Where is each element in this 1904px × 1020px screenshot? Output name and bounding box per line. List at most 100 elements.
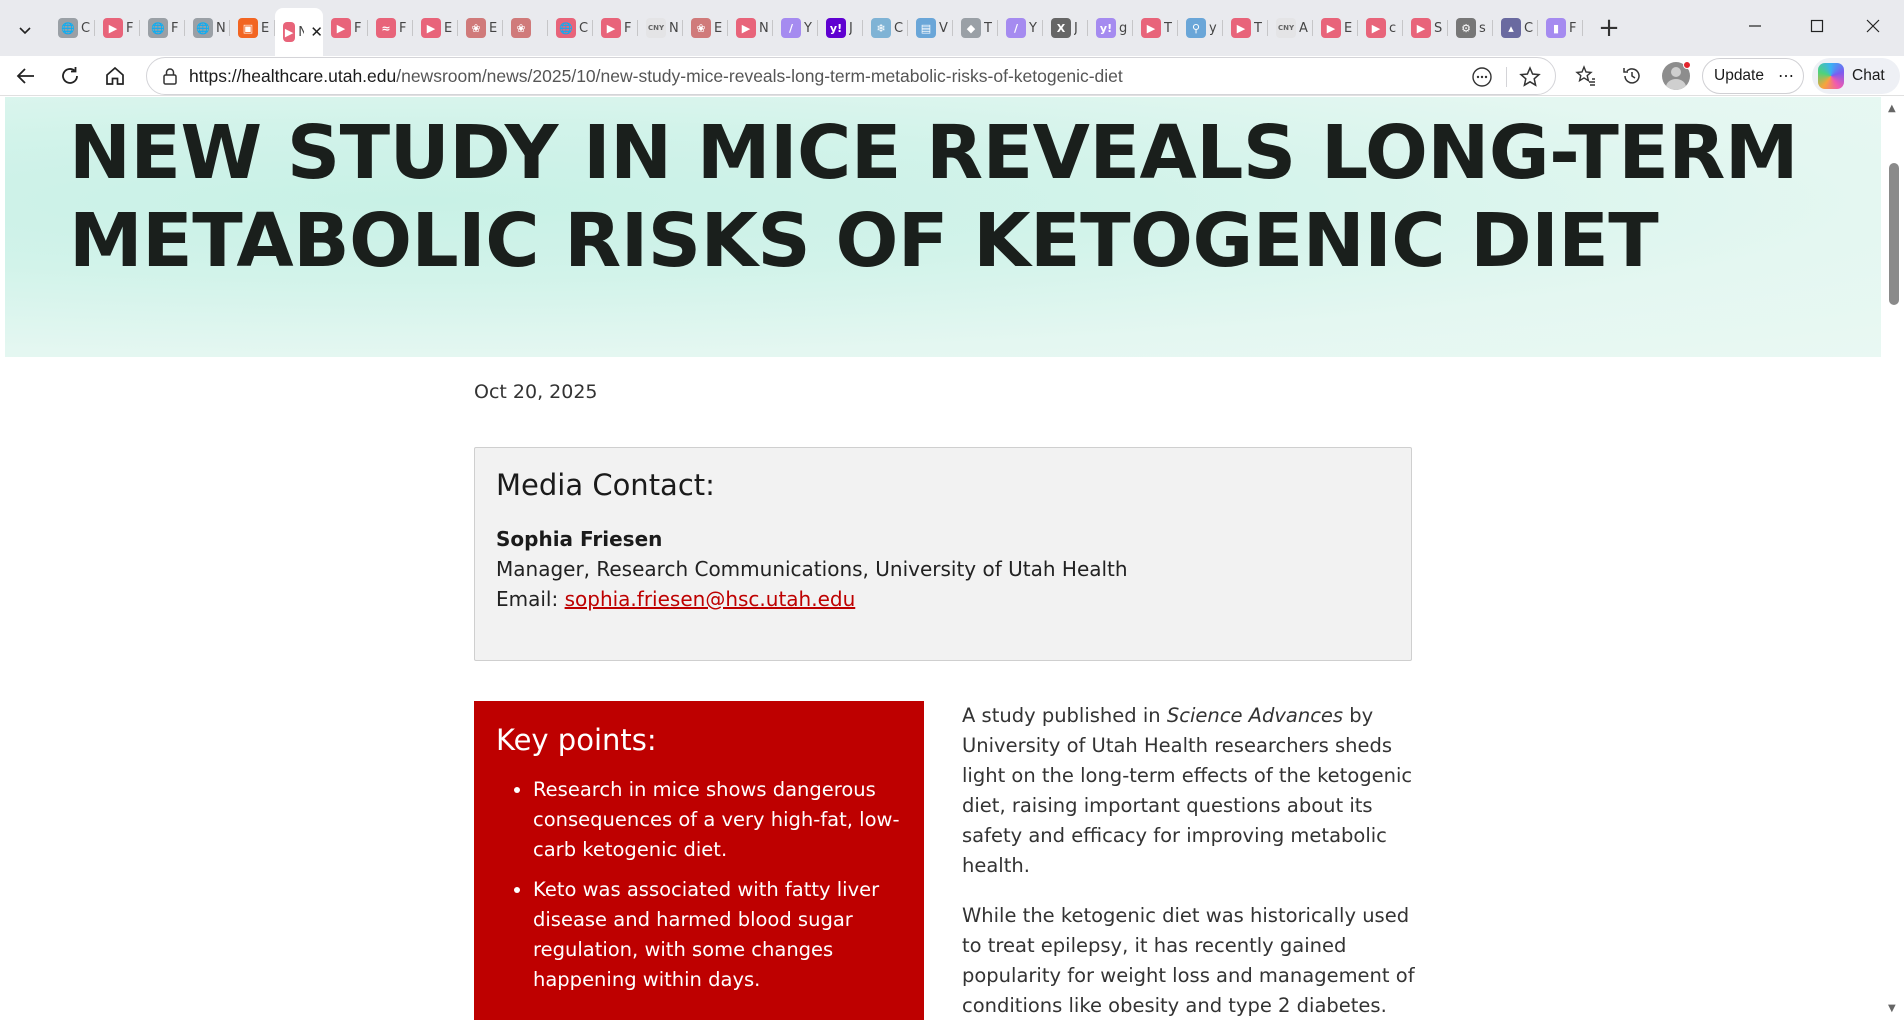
- tab-title: F: [624, 20, 632, 36]
- article-title: NEW STUDY IN MICE REVEALS LONG-TERM META…: [69, 110, 1799, 284]
- browser-tab[interactable]: ▶ E: [1313, 8, 1358, 48]
- browser-tab[interactable]: ≈ F: [368, 8, 413, 48]
- hero-banner: NEW STUDY IN MICE REVEALS LONG-TERM META…: [5, 97, 1881, 357]
- tab-title: N: [216, 20, 226, 36]
- youtube-icon: ▶: [331, 18, 351, 38]
- browser-tab[interactable]: ▶ T: [1223, 8, 1268, 48]
- key-points-box: Key points: Research in mice shows dange…: [474, 701, 924, 1020]
- contact-email-line: Email: sophia.friesen@hsc.utah.edu: [496, 584, 1390, 614]
- browser-tab[interactable]: ❀: [503, 8, 548, 48]
- tab-title: T: [1164, 20, 1172, 36]
- favorites-icon[interactable]: [1568, 58, 1604, 94]
- browser-tab[interactable]: ❄ C: [863, 8, 908, 48]
- tab-title: y: [1209, 20, 1217, 36]
- key-point-item: Research in mice shows dangerous consequ…: [533, 775, 902, 865]
- tab-title: E: [1344, 20, 1353, 36]
- browser-tab[interactable]: / Y: [773, 8, 818, 48]
- url-text[interactable]: https://healthcare.utah.edu/newsroom/new…: [189, 66, 1123, 87]
- browser-tab[interactable]: ▶ N ✕: [275, 8, 323, 56]
- browser-tab[interactable]: ⚲ y: [1178, 8, 1223, 48]
- browser-tab[interactable]: 🌐 C: [50, 8, 95, 48]
- browser-tab[interactable]: 🌐 C: [548, 8, 593, 48]
- tab-title: F: [354, 20, 362, 36]
- more-menu-icon[interactable]: ⋯: [1778, 66, 1795, 86]
- browser-tab[interactable]: ▣ E: [230, 8, 275, 48]
- youtube-icon: ▶: [1321, 18, 1341, 38]
- cny-icon: CNY: [1276, 18, 1296, 38]
- browser-tab[interactable]: ▶ c: [1358, 8, 1403, 48]
- tab-title: E: [489, 20, 498, 36]
- browser-tab[interactable]: ▶ E: [413, 8, 458, 48]
- browser-tab[interactable]: CNY N: [638, 8, 683, 48]
- browser-tab[interactable]: ▴ C: [1493, 8, 1538, 48]
- tab-title: F: [1569, 20, 1577, 36]
- browser-tab[interactable]: CNY A: [1268, 8, 1313, 48]
- browser-tab[interactable]: ▶ F: [593, 8, 638, 48]
- browser-tab[interactable]: ▶ N: [728, 8, 773, 48]
- tab-title: C: [894, 20, 904, 36]
- key-points-list: Research in mice shows dangerous consequ…: [496, 775, 902, 995]
- maximize-icon[interactable]: [1790, 0, 1844, 52]
- search-icon: ⚲: [1186, 18, 1206, 38]
- favorite-star-icon[interactable]: [1517, 64, 1543, 90]
- chat-label: Chat: [1852, 67, 1885, 84]
- browser-tab[interactable]: ▮ F: [1538, 8, 1583, 48]
- browser-tab[interactable]: XJ: [1043, 8, 1088, 48]
- youtube-icon: ▶: [103, 18, 123, 38]
- browser-tab[interactable]: ◆ T: [953, 8, 998, 48]
- tab-title: T: [1254, 20, 1262, 36]
- tab-title: s: [1479, 20, 1486, 36]
- wifi-icon: ≈: [376, 18, 396, 38]
- tab-title: V: [939, 20, 948, 36]
- browser-tab[interactable]: ▶ F: [95, 8, 140, 48]
- browser-tab[interactable]: ⚙ s: [1448, 8, 1493, 48]
- youtube-icon: ▶: [736, 18, 756, 38]
- emblem-icon: ❀: [511, 18, 531, 38]
- scrollbar-thumb[interactable]: [1889, 163, 1899, 305]
- key-points-heading: Key points:: [496, 723, 657, 757]
- tab-title: C: [1524, 20, 1534, 36]
- close-tab-icon[interactable]: ✕: [310, 23, 323, 41]
- yahoo-icon: y!: [1096, 18, 1116, 38]
- cny-icon: CNY: [646, 18, 666, 38]
- browser-tab[interactable]: ▶ S: [1403, 8, 1448, 48]
- close-window-icon[interactable]: [1846, 0, 1900, 52]
- history-icon[interactable]: [1614, 58, 1650, 94]
- new-tab-plus-icon[interactable]: +: [1589, 8, 1629, 48]
- tab-strip: 🌐 C ▶ F 🌐 F 🌐 N ▣ E ▶ N ✕ ▶ F ≈ F ▶ E ❀ E ❀ 🌐 C ▶ F CNY N ❀ E ▶ N / Yy! J ❄…: [50, 8, 1629, 56]
- browser-tab[interactable]: y! J: [818, 8, 863, 48]
- tab-title: N: [298, 24, 305, 40]
- update-button[interactable]: Update ⋯: [1702, 58, 1804, 94]
- home-icon[interactable]: [97, 58, 133, 94]
- tab-title: N: [759, 20, 769, 36]
- minimize-icon[interactable]: [1728, 0, 1782, 52]
- browser-tab[interactable]: y! g: [1088, 8, 1133, 48]
- browser-tab[interactable]: ❀ E: [458, 8, 503, 48]
- snowflake-icon: ❄: [871, 18, 891, 38]
- back-icon[interactable]: [8, 58, 44, 94]
- browser-tab[interactable]: ▶ F: [323, 8, 368, 48]
- browser-tab[interactable]: ❀ E: [683, 8, 728, 48]
- scroll-down-icon[interactable]: ▼: [1888, 1003, 1896, 1014]
- globe-icon: 🌐: [58, 18, 78, 38]
- browser-tab[interactable]: ▤ V: [908, 8, 953, 48]
- tab-list-chevron-icon[interactable]: [8, 13, 42, 47]
- yahoo-icon: y!: [826, 18, 846, 38]
- copilot-chat-button[interactable]: Chat: [1812, 58, 1900, 94]
- tab-title: F: [399, 20, 407, 36]
- browser-tab[interactable]: 🌐 F: [140, 8, 185, 48]
- contact-email-link[interactable]: sophia.friesen@hsc.utah.edu: [565, 587, 856, 611]
- refresh-icon[interactable]: [52, 58, 88, 94]
- copilot-icon: [1818, 63, 1844, 89]
- address-bar[interactable]: https://healthcare.utah.edu/newsroom/new…: [146, 57, 1556, 95]
- browser-tab[interactable]: ▶ T: [1133, 8, 1178, 48]
- page-scrollbar[interactable]: ▲ ▼: [1882, 97, 1904, 1020]
- lock-icon[interactable]: [157, 67, 183, 85]
- publish-date: Oct 20, 2025: [474, 381, 598, 403]
- browser-tab[interactable]: / Y: [998, 8, 1043, 48]
- more-page-actions-icon[interactable]: [1469, 64, 1495, 90]
- scroll-up-icon[interactable]: ▲: [1888, 103, 1896, 114]
- browser-tab[interactable]: 🌐 N: [185, 8, 230, 48]
- slash-icon: /: [781, 18, 801, 38]
- article-body: A study published in Science Advances by…: [962, 701, 1417, 1020]
